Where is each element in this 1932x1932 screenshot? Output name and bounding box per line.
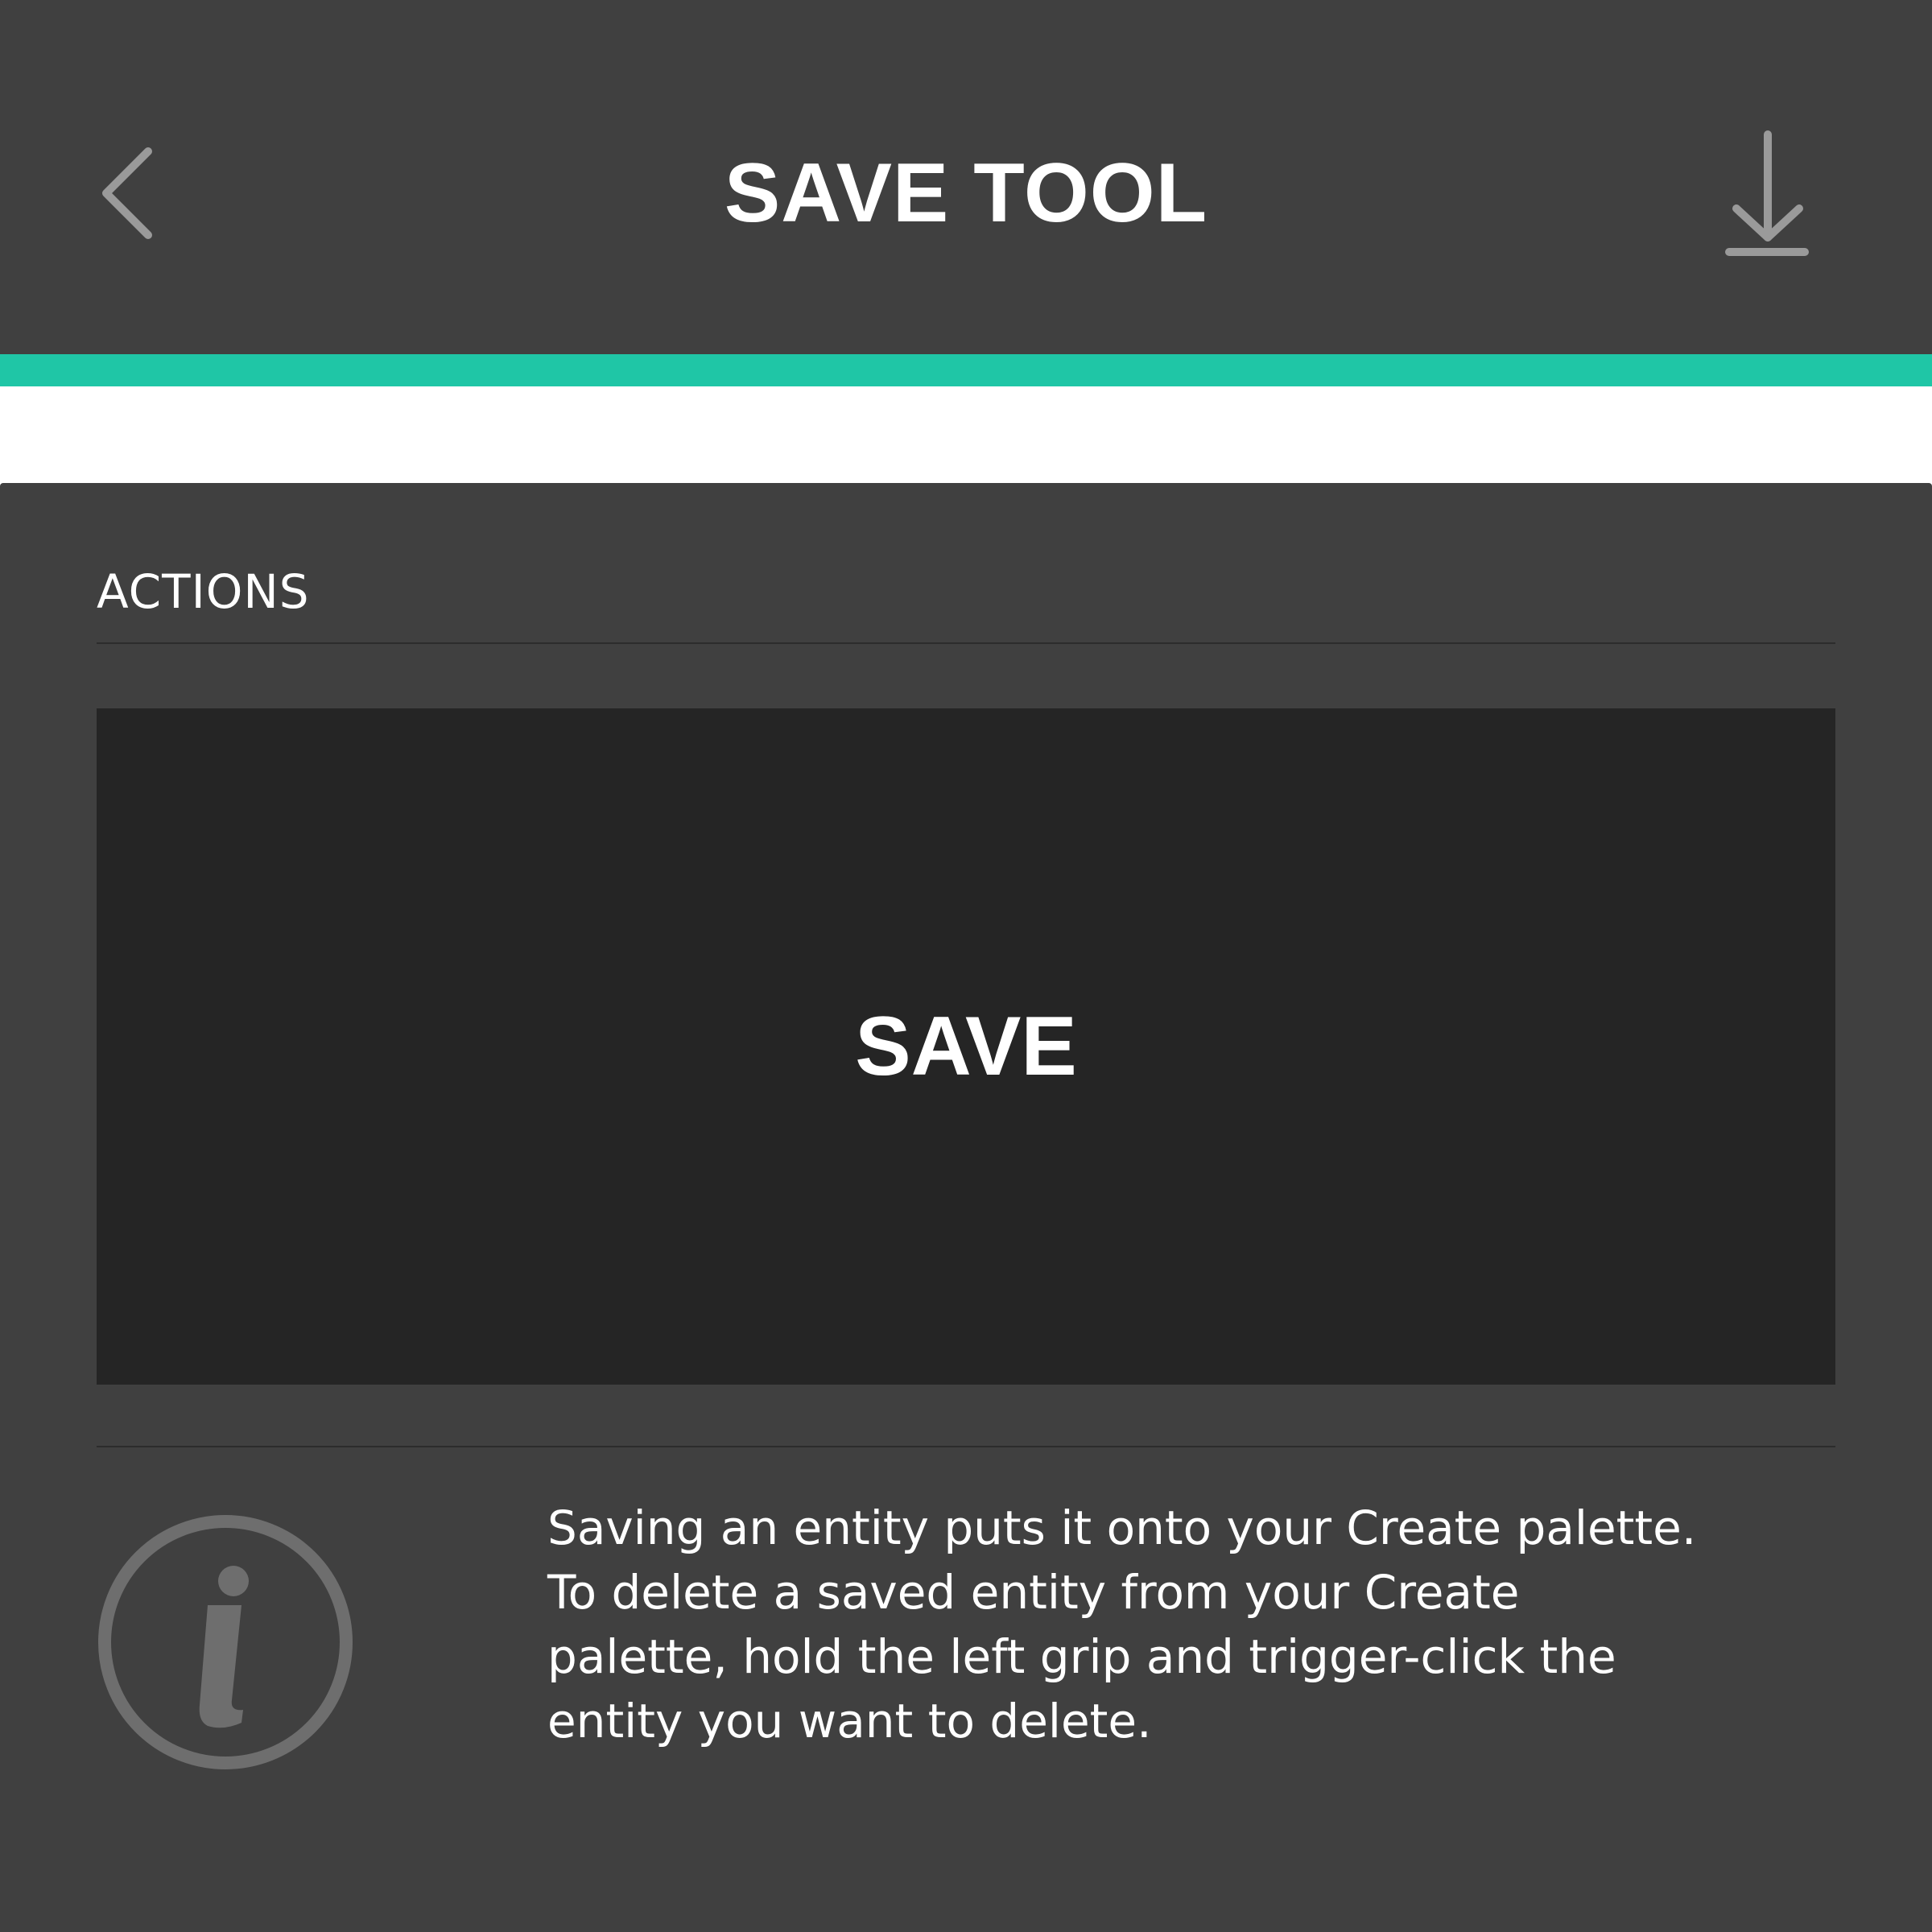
divider bbox=[97, 642, 1835, 644]
download-button[interactable] bbox=[1715, 125, 1819, 266]
section-label-actions: ACTIONS bbox=[97, 564, 310, 619]
accent-bar bbox=[0, 354, 1932, 386]
page-title: SAVE TOOL bbox=[724, 147, 1208, 240]
info-icon bbox=[98, 1515, 353, 1769]
divider bbox=[97, 1446, 1835, 1447]
download-icon bbox=[1725, 130, 1809, 256]
info-text: Saving an entity puts it onto your Creat… bbox=[547, 1501, 1697, 1748]
header-bar: SAVE TOOL bbox=[0, 0, 1932, 354]
actions-panel: ACTIONS SAVE Saving an entity puts it on… bbox=[0, 483, 1932, 1932]
save-button[interactable]: SAVE bbox=[97, 708, 1835, 1385]
